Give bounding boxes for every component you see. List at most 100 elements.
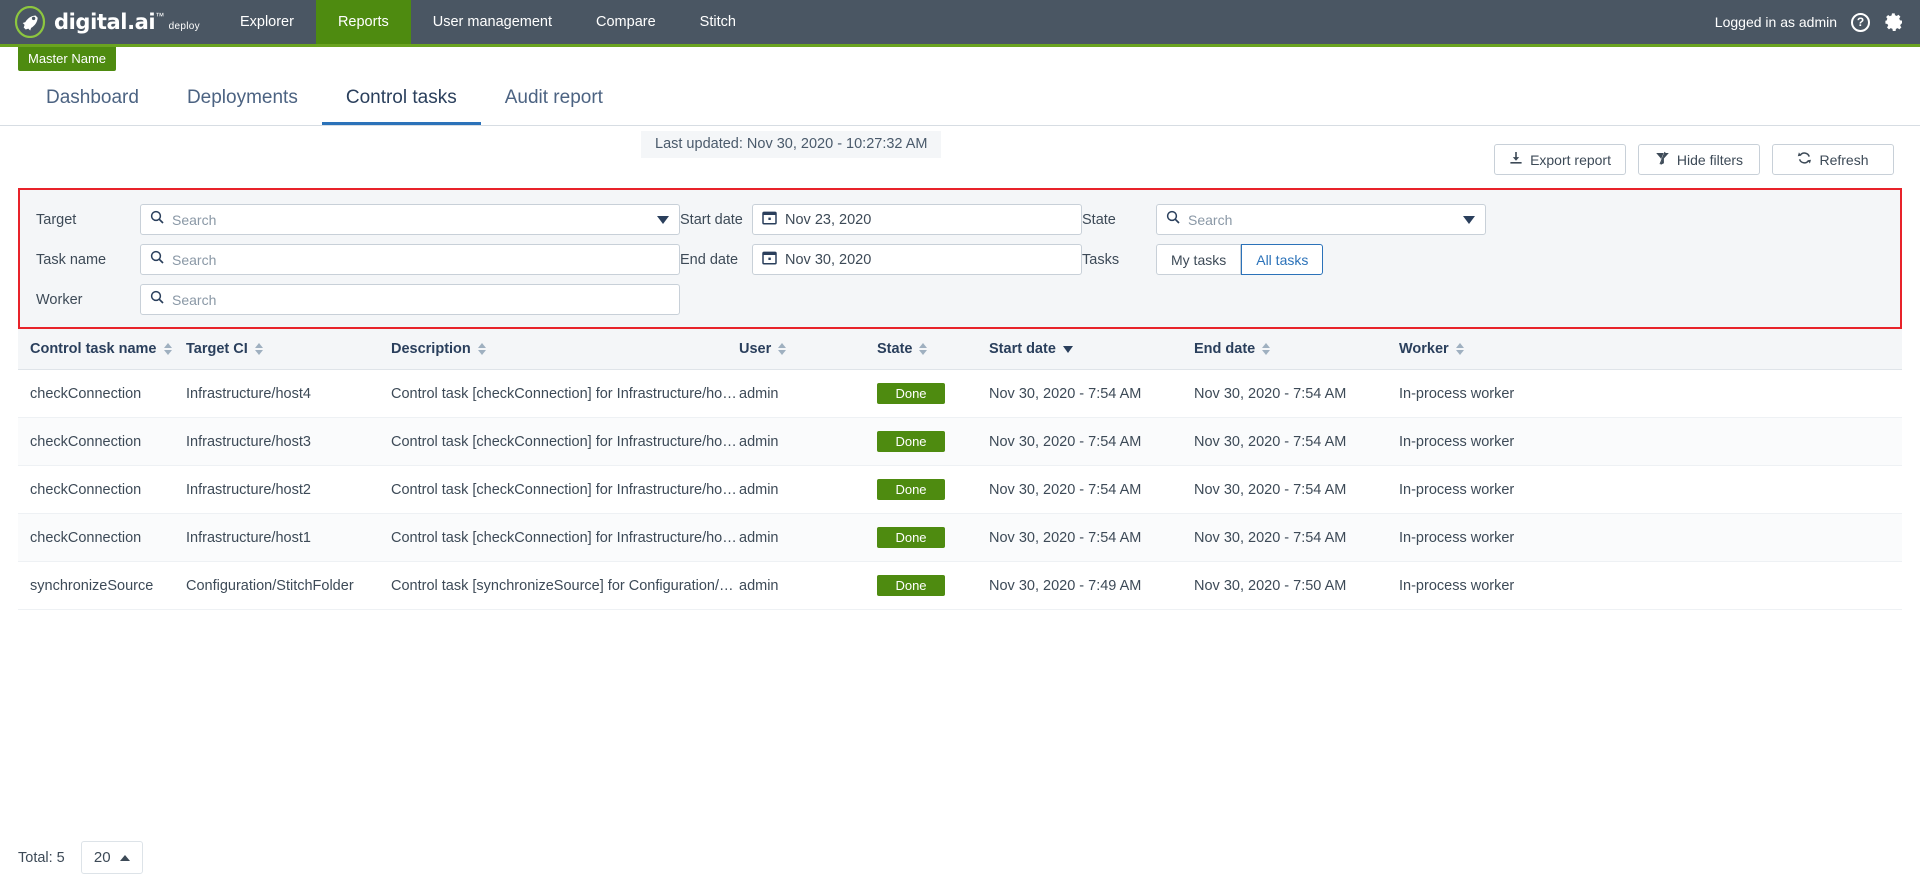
- sort-icon: [254, 343, 263, 355]
- cell-control-task-name: checkConnection: [18, 369, 186, 418]
- start-date-value: Nov 23, 2020: [785, 211, 872, 228]
- export-report-label: Export report: [1530, 151, 1611, 168]
- column-header-control-task-name[interactable]: Control task name: [18, 329, 186, 370]
- chevron-down-icon[interactable]: [657, 215, 669, 224]
- filter-label-start-date: Start date: [680, 211, 743, 228]
- tab-control-tasks[interactable]: Control tasks: [321, 87, 481, 125]
- nav-item-user-management[interactable]: User management: [411, 0, 574, 44]
- status-badge: Done: [877, 383, 945, 404]
- my-tasks-label: My tasks: [1171, 251, 1227, 268]
- total-count-label: Total: 5: [18, 849, 65, 866]
- cell-control-task-name: checkConnection: [18, 465, 186, 514]
- control-tasks-table: Control task name Target CI Description …: [18, 329, 1902, 610]
- column-header-start-date[interactable]: Start date: [989, 329, 1194, 370]
- nav-item-compare[interactable]: Compare: [574, 0, 678, 44]
- top-nav-right: Logged in as admin ?: [1715, 0, 1920, 44]
- column-header-end-date[interactable]: End date: [1194, 329, 1399, 370]
- cell-description: Control task [synchronizeSource] for Con…: [391, 561, 739, 610]
- tab-label: Audit report: [504, 87, 603, 108]
- end-date-value: Nov 30, 2020: [785, 251, 872, 268]
- state-input[interactable]: Search: [1156, 204, 1486, 235]
- brand-logo-area[interactable]: digital.ai™ deploy: [0, 0, 218, 44]
- page-tabs: Dashboard Deployments Control tasks Audi…: [0, 74, 1920, 126]
- calendar-icon: [762, 210, 777, 230]
- cell-worker: In-process worker: [1399, 369, 1902, 418]
- toolbar-buttons: Export report Hide filters Refresh: [1494, 144, 1894, 175]
- tab-audit-report[interactable]: Audit report: [481, 87, 627, 125]
- cell-description: Control task [checkConnection] for Infra…: [391, 369, 739, 418]
- rocket-logo-icon: [14, 5, 46, 39]
- tab-deployments[interactable]: Deployments: [163, 87, 322, 125]
- report-toolbar: Last updated: Nov 30, 2020 - 10:27:32 AM…: [0, 126, 1920, 188]
- nav-item-reports[interactable]: Reports: [315, 0, 411, 44]
- filter-label-worker: Worker: [36, 291, 83, 308]
- column-header-user[interactable]: User: [739, 329, 877, 370]
- cell-user: admin: [739, 417, 877, 466]
- page-size-selector[interactable]: 20: [80, 841, 143, 874]
- cell-control-task-name: synchronizeSource: [18, 561, 186, 610]
- cell-start-date: Nov 30, 2020 - 7:49 AM: [989, 561, 1194, 610]
- my-tasks-button[interactable]: My tasks: [1156, 244, 1242, 275]
- cell-control-task-name: checkConnection: [18, 513, 186, 562]
- cell-worker: In-process worker: [1399, 417, 1902, 466]
- table-footer: Total: 5 20: [18, 841, 143, 874]
- column-header-description[interactable]: Description: [391, 329, 739, 370]
- hide-filters-button[interactable]: Hide filters: [1638, 144, 1760, 175]
- help-icon[interactable]: ?: [1851, 12, 1870, 32]
- table-row[interactable]: checkConnection Infrastructure/host1 Con…: [18, 513, 1902, 562]
- export-report-button[interactable]: Export report: [1494, 144, 1626, 175]
- master-name-badge: Master Name: [18, 47, 117, 71]
- status-badge: Done: [877, 479, 945, 500]
- end-date-input[interactable]: Nov 30, 2020: [752, 244, 1082, 275]
- sort-icon: [477, 343, 486, 355]
- tab-label: Control tasks: [345, 87, 457, 108]
- column-label: Worker: [1399, 341, 1449, 357]
- nav-label: Reports: [337, 14, 389, 30]
- worker-input[interactable]: Search: [140, 284, 680, 315]
- cell-target-ci: Configuration/StitchFolder: [186, 561, 391, 610]
- filter-label-task-name: Task name: [36, 251, 107, 268]
- nav-label: Stitch: [699, 14, 736, 30]
- column-header-target-ci[interactable]: Target CI: [186, 329, 391, 370]
- worker-input-placeholder: Search: [172, 291, 217, 308]
- table-row[interactable]: checkConnection Infrastructure/host4 Con…: [18, 369, 1902, 418]
- column-header-state[interactable]: State: [877, 329, 989, 370]
- all-tasks-button[interactable]: All tasks: [1241, 244, 1324, 275]
- start-date-input[interactable]: Nov 23, 2020: [752, 204, 1082, 235]
- cell-target-ci: Infrastructure/host4: [186, 369, 391, 418]
- table-row[interactable]: checkConnection Infrastructure/host2 Con…: [18, 465, 1902, 514]
- task-name-input[interactable]: Search: [140, 244, 680, 275]
- nav-label: Compare: [596, 14, 656, 30]
- download-icon: [1509, 151, 1523, 168]
- cell-start-date: Nov 30, 2020 - 7:54 AM: [989, 417, 1194, 466]
- cell-end-date: Nov 30, 2020 - 7:50 AM: [1194, 561, 1399, 610]
- nav-item-explorer[interactable]: Explorer: [218, 0, 316, 44]
- table-body: checkConnection Infrastructure/host4 Con…: [18, 369, 1902, 610]
- cell-worker: In-process worker: [1399, 465, 1902, 514]
- sort-icon: [163, 343, 172, 355]
- filter-label-target: Target: [36, 211, 77, 228]
- cell-target-ci: Infrastructure/host3: [186, 417, 391, 466]
- brand-name: digital.ai: [54, 9, 156, 34]
- table-row[interactable]: checkConnection Infrastructure/host3 Con…: [18, 417, 1902, 466]
- calendar-icon: [762, 250, 777, 270]
- column-header-worker[interactable]: Worker: [1399, 329, 1902, 370]
- nav-label: User management: [432, 14, 553, 30]
- cell-user: admin: [739, 369, 877, 418]
- gear-icon[interactable]: [1884, 12, 1904, 32]
- refresh-button[interactable]: Refresh: [1772, 144, 1894, 175]
- target-input[interactable]: Search: [140, 204, 680, 235]
- cell-state: Done: [877, 369, 989, 418]
- column-label: Target CI: [186, 341, 248, 357]
- cell-state: Done: [877, 465, 989, 514]
- tab-dashboard[interactable]: Dashboard: [22, 87, 163, 125]
- target-input-placeholder: Search: [172, 211, 217, 228]
- nav-item-stitch[interactable]: Stitch: [678, 0, 758, 44]
- search-icon: [1166, 210, 1180, 229]
- cell-end-date: Nov 30, 2020 - 7:54 AM: [1194, 465, 1399, 514]
- cell-end-date: Nov 30, 2020 - 7:54 AM: [1194, 369, 1399, 418]
- table-row[interactable]: synchronizeSource Configuration/StitchFo…: [18, 561, 1902, 610]
- chevron-down-icon[interactable]: [1463, 215, 1475, 224]
- cell-worker: In-process worker: [1399, 561, 1902, 610]
- page-size-value: 20: [93, 849, 111, 866]
